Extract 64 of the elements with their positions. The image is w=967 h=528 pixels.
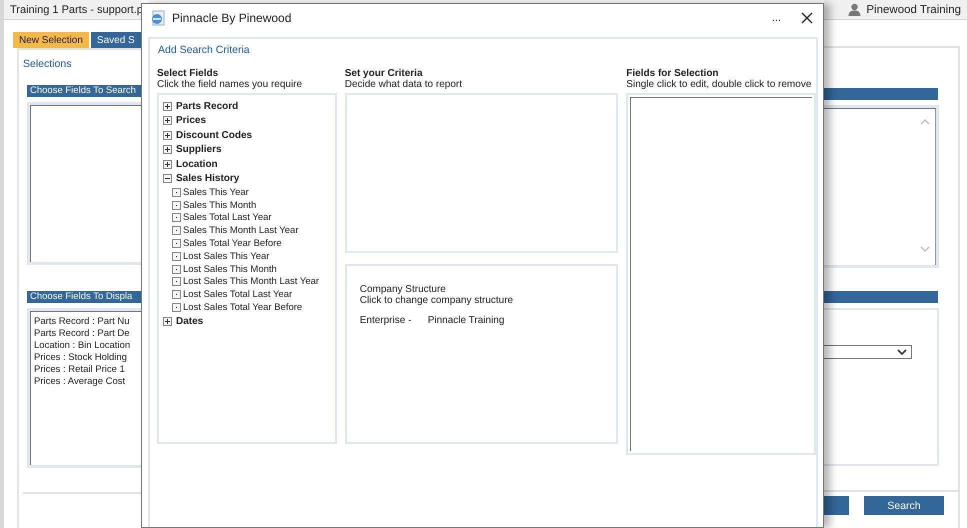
tree-node[interactable]: Sales History bbox=[176, 173, 240, 184]
leaf-icon bbox=[172, 303, 181, 312]
tree-node[interactable]: Parts Record bbox=[176, 100, 238, 112]
column-heading: Fields for Selection bbox=[626, 68, 720, 79]
expand-icon[interactable] bbox=[163, 116, 172, 126]
display-field-item[interactable]: Parts Record : Part De bbox=[34, 328, 141, 340]
enterprise-label: Enterprise - bbox=[360, 315, 412, 326]
leaf-icon bbox=[172, 188, 181, 197]
column-hint: Single click to edit, double click to remove bbox=[626, 79, 812, 90]
tree-leaf[interactable]: Sales Total Last Year bbox=[183, 212, 272, 224]
collapse-icon[interactable] bbox=[163, 174, 172, 184]
expand-icon[interactable] bbox=[163, 145, 172, 154]
tab[interactable]: New Selection bbox=[13, 32, 89, 48]
close-icon[interactable] bbox=[801, 12, 813, 24]
leaf-icon bbox=[172, 213, 181, 222]
tree-leaf[interactable]: Lost Sales This Month bbox=[183, 264, 277, 275]
tree-leaf[interactable]: Lost Sales This Month Last Year bbox=[183, 276, 320, 288]
column-hint: Decide what data to report bbox=[344, 79, 464, 90]
expand-icon[interactable] bbox=[163, 102, 172, 111]
leaf-icon bbox=[172, 277, 181, 286]
column-hint: Click the field names you require bbox=[157, 79, 304, 90]
tree-node[interactable]: Location bbox=[176, 158, 218, 170]
tree-node[interactable]: Dates bbox=[176, 316, 204, 327]
more-button[interactable]: ... bbox=[772, 12, 781, 24]
tree-leaf[interactable]: Lost Sales This Year bbox=[183, 250, 270, 262]
leaf-icon bbox=[172, 200, 181, 210]
tree-leaf[interactable]: Sales Total Year Before bbox=[183, 238, 282, 250]
section-header-bar: Choose Fields To Search bbox=[27, 85, 141, 97]
add-search-criteria-link[interactable]: Add Search Criteria bbox=[158, 44, 816, 56]
column-heading: Select Fields bbox=[157, 68, 220, 79]
enterprise-value[interactable]: Pinnacle Training bbox=[428, 315, 504, 326]
expand-icon[interactable] bbox=[163, 160, 172, 169]
expand-icon[interactable] bbox=[163, 316, 172, 326]
search-button[interactable]: Search bbox=[864, 496, 944, 515]
tree-leaf[interactable]: Sales This Year bbox=[183, 186, 249, 198]
leaf-icon bbox=[172, 239, 181, 248]
leaf-icon bbox=[172, 290, 181, 300]
display-field-item[interactable]: Parts Record : Part Nu bbox=[34, 316, 141, 328]
display-field-item[interactable]: Prices : Average Cost bbox=[34, 376, 141, 388]
leaf-icon bbox=[172, 252, 181, 261]
selections-link[interactable]: Selections bbox=[23, 58, 141, 70]
app-icon bbox=[150, 10, 166, 26]
tree-leaf[interactable]: Lost Sales Total Year Before bbox=[183, 302, 302, 314]
leaf-icon bbox=[172, 264, 181, 274]
display-field-item[interactable]: Prices : Retail Price 1 bbox=[34, 364, 141, 376]
dialog-title: Pinnacle By Pinewood bbox=[172, 11, 292, 25]
leaf-icon bbox=[172, 226, 181, 236]
display-field-item[interactable]: Prices : Stock Holding bbox=[34, 352, 141, 364]
expand-icon[interactable] bbox=[163, 130, 172, 140]
display-field-item[interactable]: Location : Bin Location bbox=[34, 340, 141, 352]
section-header-bar: Choose Fields To Displa bbox=[27, 291, 141, 303]
chevron-down-icon bbox=[897, 348, 907, 356]
tree-leaf[interactable]: Sales This Month Last Year bbox=[183, 225, 298, 236]
tree-leaf[interactable]: Lost Sales Total Last Year bbox=[183, 289, 292, 300]
tree-node[interactable]: Discount Codes bbox=[176, 130, 252, 141]
tab[interactable]: Saved S bbox=[90, 32, 141, 48]
company-structure-hint: Click to change company structure bbox=[360, 295, 514, 306]
tree-node[interactable]: Suppliers bbox=[176, 144, 222, 156]
company-structure-title: Company Structure bbox=[360, 284, 447, 295]
column-heading: Set your Criteria bbox=[344, 68, 424, 79]
tree-node[interactable]: Prices bbox=[176, 115, 206, 126]
dropdown[interactable] bbox=[824, 345, 912, 359]
user-icon bbox=[848, 3, 862, 16]
tree-leaf[interactable]: Sales This Month bbox=[183, 200, 256, 211]
